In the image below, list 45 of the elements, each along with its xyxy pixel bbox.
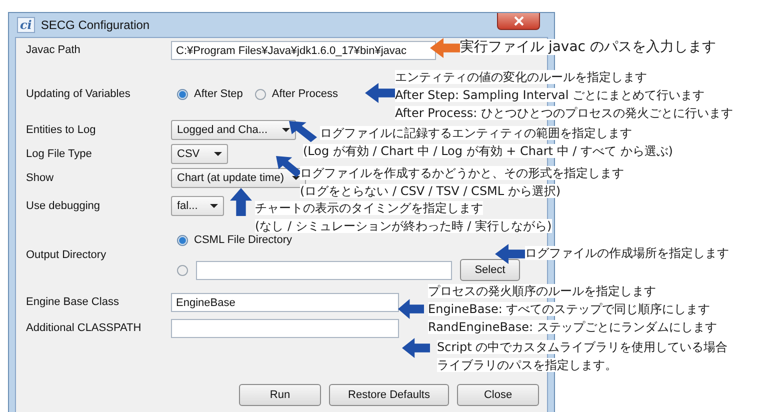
- annotation-text: エンティティの値の変化のルールを指定します: [395, 70, 647, 84]
- radio-button[interactable]: After Process: [254, 88, 338, 100]
- dialog-button[interactable]: Close: [457, 384, 539, 406]
- annotation-text: (なし / シミュレーションが終わった時 / 実行しながら): [255, 219, 552, 233]
- dropdown[interactable]: CSV: [171, 144, 228, 164]
- annotation-text: プロセスの発火順序のルールを指定します: [428, 284, 656, 298]
- annotation-text: 実行ファイル javac のパスを入力します: [460, 39, 716, 55]
- text-field[interactable]: [171, 318, 399, 338]
- radio-button[interactable]: After Step: [177, 88, 243, 100]
- text-field[interactable]: EngineBase: [171, 292, 399, 312]
- dialog-button[interactable]: Restore Defaults: [329, 384, 449, 406]
- field-label: Log File Type: [25, 148, 93, 160]
- app-logo-icon: ci: [17, 17, 35, 33]
- annotation-text: Script の中でカスタムライブラリを使用している場合: [437, 340, 728, 354]
- dialog-button[interactable]: Run: [239, 384, 321, 406]
- dropdown[interactable]: fal...: [171, 196, 224, 216]
- field-label: Entities to Log: [25, 124, 97, 136]
- field-label: Additional CLASSPATH: [25, 322, 142, 334]
- field-label: Show: [25, 172, 55, 184]
- annotation-text: ログファイルの作成場所を指定します: [525, 246, 729, 260]
- close-button[interactable]: [497, 13, 540, 30]
- annotation-text: チャートの表示のタイミングを指定します: [255, 201, 483, 215]
- caret-icon: [210, 204, 218, 208]
- caret-icon: [214, 152, 222, 156]
- annotation-text: ログファイルに記録するエンティティの範囲を指定します: [320, 126, 632, 140]
- annotation-text: EngineBase: すべてのステップで同じ順序にします: [428, 302, 710, 316]
- close-icon: [514, 16, 524, 26]
- field-label: Engine Base Class: [25, 296, 120, 308]
- path-field[interactable]: [196, 260, 452, 280]
- field-label: Output Directory: [25, 249, 108, 261]
- text-field[interactable]: C:¥Program Files¥Java¥jdk1.6.0_17¥bin¥javac: [171, 40, 436, 60]
- select-button[interactable]: Select: [460, 259, 520, 281]
- annotation-text: After Process: ひとつひとつのプロセスの発火ごとに行います: [395, 106, 734, 120]
- radio-button[interactable]: CSML File Directory: [177, 234, 292, 246]
- annotation-text: RandEngineBase: ステップごとにランダムにします: [428, 320, 717, 334]
- radio-button[interactable]: [177, 264, 188, 276]
- annotation-text: ログファイルを作成するかどうかと、その形式を指定します: [300, 166, 624, 180]
- annotation-text: (Log が有効 / Chart 中 / Log が有効 + Chart 中 / すべて から選ぶ): [303, 144, 673, 158]
- window-title: SECG Configuration: [40, 18, 150, 32]
- annotation-text: After Step: Sampling Interval ごとにまとめて行います: [395, 88, 705, 102]
- dropdown[interactable]: Logged and Cha...: [171, 120, 296, 140]
- annotation-text: (ログをとらない / CSV / TSV / CSML から選択): [300, 184, 561, 198]
- field-label: Updating of Variables: [25, 88, 132, 100]
- field-label: Use debugging: [25, 200, 102, 212]
- field-label: Javac Path: [25, 44, 82, 56]
